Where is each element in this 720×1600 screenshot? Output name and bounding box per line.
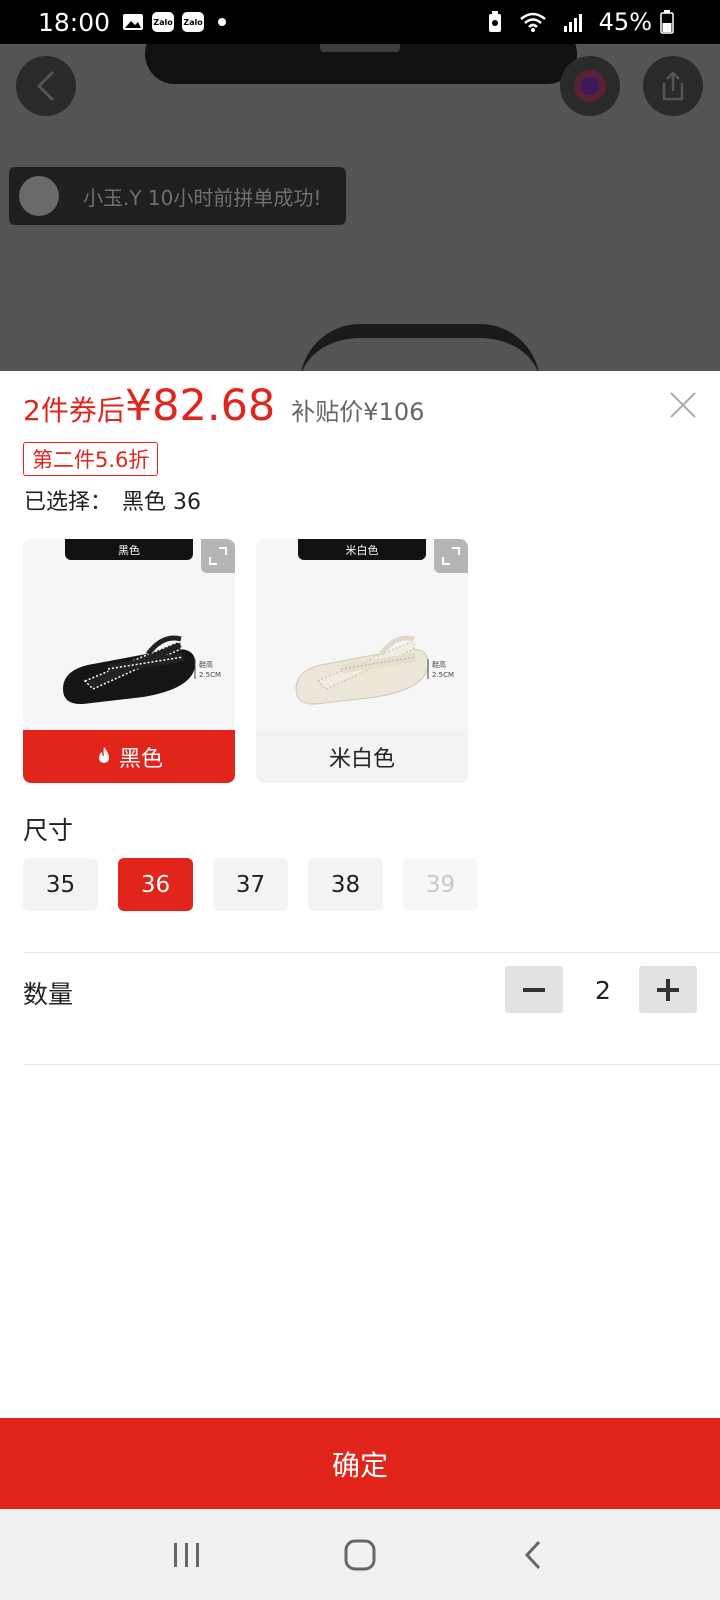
back-icon [36,70,55,102]
svg-text:鞋高: 鞋高 [432,660,446,669]
zalo-icon: Zalo [152,12,175,32]
svg-text:2.5CM: 2.5CM [432,671,454,679]
size-option-39: 39 [403,858,478,911]
size-option-37[interactable]: 37 [213,858,288,911]
battery-saver-icon [487,11,503,33]
color-label: 米白色 [256,730,468,783]
background-tab-text [320,44,400,52]
zalo-icon: Zalo [182,12,205,32]
plus-icon [657,978,679,1001]
divider [23,952,720,953]
product-image-black: 鞋高 2.5CM 黑色 [23,539,235,730]
avatar [19,176,59,216]
home-icon[interactable] [330,1525,390,1585]
color-label-text: 米白色 [328,746,395,772]
quantity-decrease-button[interactable] [505,966,563,1013]
product-image-offwhite: 鞋高 2.5CM 米白色 [256,539,468,730]
nav-back-icon[interactable] [503,1525,563,1585]
promo-tag: 第二件5.6折 [23,442,159,476]
subsidy-price: 补贴价¥106 [291,398,425,426]
back-button [16,56,76,116]
status-bar: 18:00 Zalo Zalo 45% [0,0,720,44]
battery-icon [660,10,674,34]
battery-percent: 45% [598,8,652,36]
color-label: 黑色 [23,730,235,783]
group-buy-toast: 小玉.Y 10小时前拼单成功! [9,167,346,225]
quantity-value[interactable]: 2 [573,968,633,1013]
svg-text:鞋高: 鞋高 [199,660,213,669]
toast-text: 小玉.Y 10小时前拼单成功! [83,185,322,210]
expand-icon[interactable] [201,539,235,573]
signal-icon [563,12,583,32]
quantity-title: 数量 [23,980,74,1009]
selected-summary: 已选择： 黑色 36 [24,484,201,516]
background-product-page: 小玉.Y 10小时前拼单成功! [0,44,720,371]
size-option-35[interactable]: 35 [23,858,98,911]
sku-selection-sheet: 2件券后 ¥82.68 补贴价¥106 第二件5.6折 已选择： 黑色 36 鞋高… [0,371,720,1600]
minus-icon [523,987,545,992]
quantity-increase-button[interactable] [639,966,697,1013]
recents-icon[interactable] [157,1525,217,1585]
color-badge: 黑色 [65,539,193,560]
expand-icon[interactable] [434,539,468,573]
background-shoe-image [300,324,540,371]
color-label-text: 黑色 [118,746,163,772]
selected-value: 黑色 36 [122,490,202,515]
close-icon[interactable] [664,385,704,425]
price-prefix: 2件券后 [23,394,125,427]
price-row: 2件券后 ¥82.68 补贴价¥106 [23,381,424,431]
notification-dot-icon [218,18,227,26]
gallery-icon [122,12,144,32]
status-time: 18:00 [38,7,111,37]
share-icon [662,71,684,101]
color-badge: 米白色 [298,539,426,560]
flame-icon [95,746,113,768]
background-circle-button [560,56,620,116]
divider [23,1064,720,1065]
color-option-offwhite[interactable]: 鞋高 2.5CM 米白色 米白色 [256,539,468,783]
wifi-icon [519,11,547,33]
size-title: 尺寸 [23,816,74,845]
svg-text:2.5CM: 2.5CM [199,671,221,679]
color-option-black[interactable]: 鞋高 2.5CM 黑色 黑色 [23,539,235,783]
share-button [643,56,703,116]
price-amount: ¥82.68 [124,381,276,431]
selected-label: 已选择： [24,490,113,515]
confirm-button[interactable]: 确定 [0,1418,720,1509]
size-option-38[interactable]: 38 [308,858,383,911]
size-option-36[interactable]: 36 [118,858,193,911]
system-nav-bar [0,1509,720,1600]
